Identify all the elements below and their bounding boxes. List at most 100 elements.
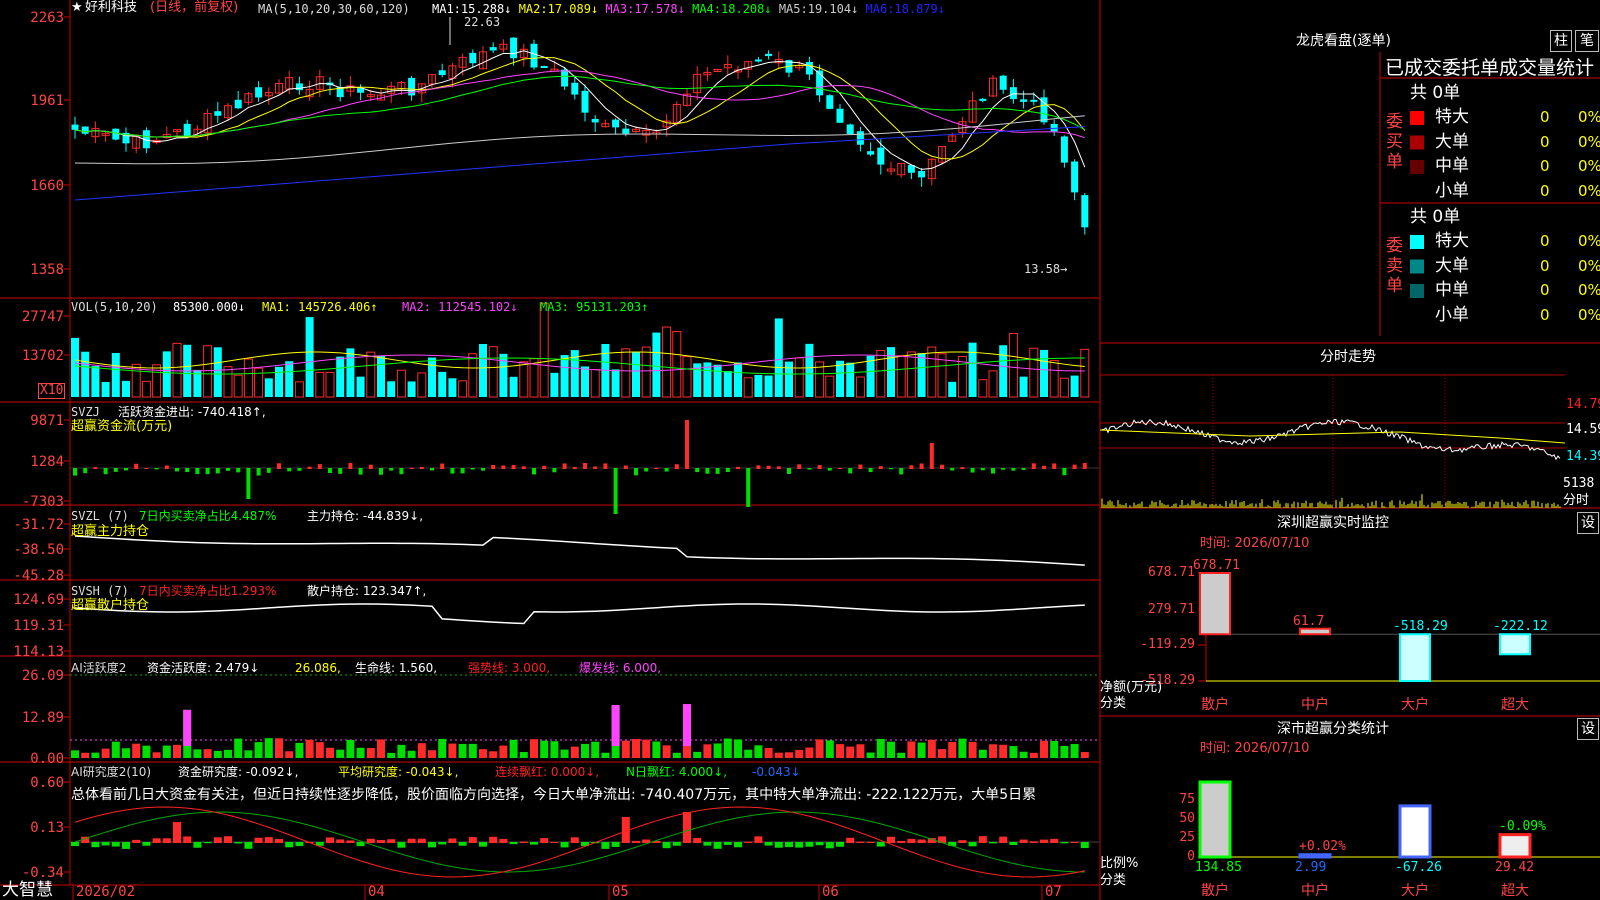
ai2-bar	[815, 842, 824, 846]
vol-bar-down	[101, 381, 110, 397]
intraday-vol: 5138	[1563, 476, 1595, 491]
ai2-summary: 总体看前几日大资金有关注，但近日持续性逐步降低，股价面临方向选择，今日大单净流出…	[71, 787, 1037, 803]
svzj-bar	[1031, 463, 1036, 469]
ai1-bar	[907, 741, 916, 758]
svzj-bar	[277, 463, 281, 469]
ai1-bar	[805, 747, 814, 758]
ma-value-4: 18.208↓	[721, 2, 779, 16]
svzj-bar	[583, 462, 587, 469]
ai1-bar	[948, 741, 957, 758]
vol-bar-down	[213, 347, 222, 397]
vol-bar-down	[438, 371, 447, 397]
order-row-vol: 0	[1540, 181, 1550, 200]
svzj-bar	[215, 468, 220, 474]
candle-body-down	[214, 111, 222, 116]
order-row-pct: 0%	[1578, 256, 1600, 275]
vol-bar-down	[836, 360, 844, 397]
svzj-bar	[766, 465, 771, 469]
ai2-bar	[550, 841, 559, 843]
ai1-bar	[938, 749, 946, 758]
intraday-title: 分时走势	[1320, 349, 1376, 365]
svzj-bar	[440, 463, 445, 469]
ai1-label: AI活跃度2	[71, 661, 127, 675]
y-tick-label: 1358	[30, 262, 64, 278]
svzl-name: 超赢主力持仓	[71, 524, 150, 539]
order-row-name: 大单	[1435, 255, 1469, 276]
vol-unit-label[interactable]: X10	[38, 383, 66, 399]
ai1-bar	[785, 752, 793, 758]
monitor-settings-button[interactable]: 设	[1577, 512, 1599, 534]
vol-ma3: MA3: 95131.203↑	[540, 300, 649, 314]
vol-bar-down	[1070, 375, 1079, 397]
ai1-bar-top	[183, 709, 192, 746]
ai2-bar	[519, 841, 528, 843]
classify-bar-label: 134.85	[1195, 860, 1242, 875]
vol-bar-up	[488, 346, 498, 398]
pen-view-button[interactable]: 笔	[1575, 30, 1599, 52]
svzj-bar	[848, 468, 853, 474]
favorite-star-icon[interactable]: ★	[71, 1, 83, 15]
ai2-bar	[428, 842, 436, 848]
ai2-bar	[978, 836, 987, 843]
ai1-bar	[591, 741, 600, 758]
vol-bar-up	[172, 342, 182, 398]
classify-settings-button[interactable]: 设	[1577, 718, 1599, 740]
ai2-bar	[458, 842, 467, 846]
candle-body-down	[877, 147, 885, 165]
ma-label-1: MA1:	[432, 2, 461, 16]
svzj-bar	[980, 468, 985, 471]
candle-body-down	[469, 52, 477, 64]
ai1-bar	[662, 745, 671, 758]
classify-bar-label: -67.26	[1395, 860, 1442, 875]
ma6-line	[74, 126, 1085, 201]
vol-bar-down	[611, 369, 620, 397]
vol-bar-up	[1059, 377, 1069, 398]
ai2-bar	[683, 812, 691, 843]
ai2-bar	[540, 838, 549, 843]
brand-label[interactable]: 大智慧	[2, 880, 53, 900]
svzj-bar	[1082, 462, 1087, 469]
classify-category-label: 超大	[1501, 883, 1529, 899]
ma-value-1: 15.288↓	[460, 2, 519, 16]
monitor-bar-label: -222.12	[1493, 619, 1548, 635]
svzj-bar	[246, 468, 251, 499]
candle-body-down	[510, 37, 518, 59]
ai1-bar	[315, 742, 324, 758]
svzj-bar	[950, 468, 955, 471]
ai1-bar	[876, 738, 885, 758]
stock-title[interactable]: 好利科技	[85, 1, 137, 15]
svzj-bar	[1001, 468, 1006, 470]
svzj-bar	[787, 468, 791, 474]
y-tick-label: 119.31	[13, 618, 64, 634]
svzj-bar	[1072, 464, 1077, 469]
svzj-bar	[746, 468, 751, 507]
ai2-bar	[213, 837, 222, 843]
vol-bar-down	[968, 342, 977, 397]
svzj-bar	[593, 466, 598, 469]
monitor-y-tick: -119.29	[1140, 637, 1195, 652]
ai1-bar	[346, 739, 355, 758]
svzj-bar	[450, 468, 455, 474]
ai1-bar	[244, 750, 253, 758]
ai1-bar	[417, 743, 426, 758]
ai2-bar	[275, 838, 283, 843]
ai2-bar	[173, 822, 181, 843]
classify-pct-label: +0.02%	[1299, 838, 1346, 854]
svzj-label: SVZJ	[71, 405, 100, 419]
bar-view-button[interactable]: 柱	[1550, 30, 1572, 52]
date-axis-label: 05	[612, 884, 629, 900]
vol-bar-down	[387, 381, 396, 397]
date-axis-label: 07	[1045, 884, 1062, 900]
vol-bar-up	[1029, 347, 1039, 398]
classify-category-label: 散户	[1201, 883, 1229, 899]
svzj-bar	[623, 465, 628, 469]
vol-bar-down	[581, 366, 589, 397]
svzj-bar	[542, 465, 547, 469]
ai1-bar	[550, 741, 559, 758]
vol-bar-down	[754, 374, 763, 397]
ma-label-6: MA6:	[865, 2, 895, 16]
chart-mode[interactable]: (日线，前复权)	[150, 1, 238, 15]
ai1-bar	[999, 744, 1008, 758]
ma-value-3: 17.578↓	[634, 2, 693, 16]
vol-bar-down	[111, 353, 120, 397]
